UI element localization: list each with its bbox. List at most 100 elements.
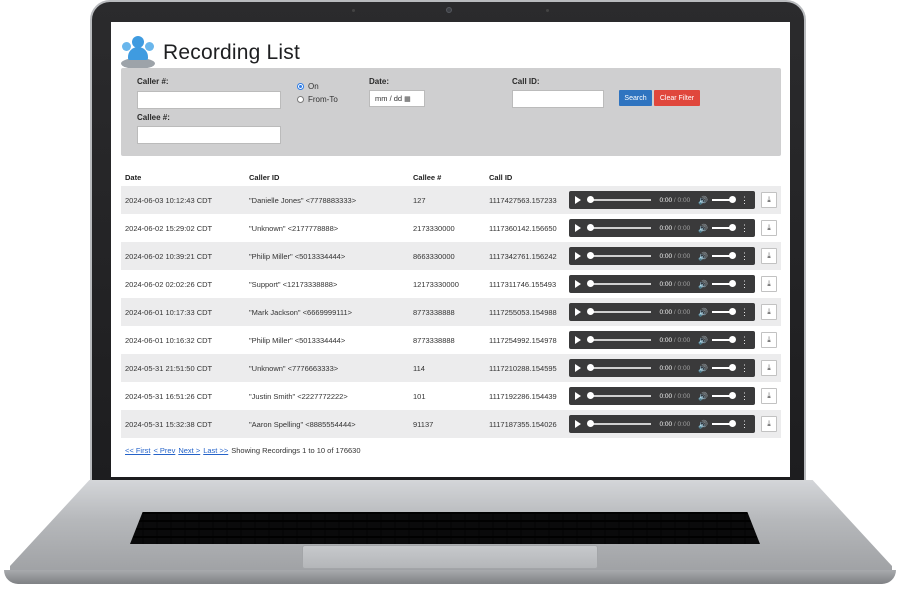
recordings-table: Date Caller ID Callee # Call ID 2024-06-… [121, 168, 781, 438]
more-options-icon[interactable]: ⋮ [740, 335, 749, 345]
seek-bar[interactable] [586, 224, 652, 231]
clear-filter-button[interactable]: Clear Filter [654, 90, 700, 106]
date-input[interactable]: mm / dd ▦ [369, 90, 425, 107]
audio-player[interactable]: 0:00 / 0:00 🔊 ⋮ [569, 191, 755, 209]
play-icon[interactable] [575, 336, 581, 344]
volume-icon[interactable]: 🔊 [698, 252, 708, 261]
play-icon[interactable] [575, 420, 581, 428]
cell-caller: "Support" <12173338888> [249, 279, 338, 289]
table-row: 2024-06-02 15:29:02 CDT "Unknown" <21777… [121, 214, 781, 242]
radio-from-to[interactable]: From-To [297, 95, 338, 104]
download-icon[interactable]: ⤓ [761, 332, 777, 348]
download-icon[interactable]: ⤓ [761, 276, 777, 292]
more-options-icon[interactable]: ⋮ [740, 419, 749, 429]
seek-bar[interactable] [586, 196, 652, 203]
more-options-icon[interactable]: ⋮ [740, 195, 749, 205]
download-icon[interactable]: ⤓ [761, 192, 777, 208]
more-options-icon[interactable]: ⋮ [740, 363, 749, 373]
seek-bar[interactable] [586, 392, 652, 399]
volume-slider[interactable] [712, 308, 736, 315]
more-options-icon[interactable]: ⋮ [740, 223, 749, 233]
pager-first-link[interactable]: << First [125, 446, 150, 455]
more-options-icon[interactable]: ⋮ [740, 251, 749, 261]
download-icon[interactable]: ⤓ [761, 220, 777, 236]
callee-input[interactable] [137, 126, 281, 144]
play-icon[interactable] [575, 280, 581, 288]
table-row: 2024-06-03 10:12:43 CDT "Danielle Jones"… [121, 186, 781, 214]
pager-next-link[interactable]: Next > [178, 446, 200, 455]
callid-label: Call ID: [512, 77, 540, 86]
download-icon[interactable]: ⤓ [761, 416, 777, 432]
play-icon[interactable] [575, 364, 581, 372]
volume-icon[interactable]: 🔊 [698, 224, 708, 233]
calendar-icon[interactable]: ▦ [404, 95, 411, 103]
volume-icon[interactable]: 🔊 [698, 308, 708, 317]
pager-prev-link[interactable]: < Prev [153, 446, 175, 455]
play-icon[interactable] [575, 196, 581, 204]
audio-player[interactable]: 0:00 / 0:00 🔊 ⋮ [569, 303, 755, 321]
seek-bar[interactable] [586, 420, 652, 427]
volume-slider[interactable] [712, 420, 736, 427]
page-header: Recording List [121, 36, 300, 70]
seek-bar[interactable] [586, 308, 652, 315]
download-icon[interactable]: ⤓ [761, 388, 777, 404]
download-icon[interactable]: ⤓ [761, 248, 777, 264]
radio-on-dot[interactable] [297, 83, 304, 90]
download-icon[interactable]: ⤓ [761, 304, 777, 320]
search-button[interactable]: Search [619, 90, 652, 106]
volume-slider[interactable] [712, 196, 736, 203]
audio-player[interactable]: 0:00 / 0:00 🔊 ⋮ [569, 387, 755, 405]
header-callee: Callee # [413, 172, 442, 182]
audio-player[interactable]: 0:00 / 0:00 🔊 ⋮ [569, 415, 755, 433]
audio-cell: 0:00 / 0:00 🔊 ⋮ [569, 247, 757, 265]
sensor-dot [352, 9, 355, 12]
volume-icon[interactable]: 🔊 [698, 336, 708, 345]
page-title: Recording List [163, 41, 301, 64]
play-icon[interactable] [575, 392, 581, 400]
play-icon[interactable] [575, 308, 581, 316]
cell-callid: 1117187355.154026 [489, 419, 557, 429]
audio-cell: 0:00 / 0:00 🔊 ⋮ [569, 415, 757, 433]
seek-bar[interactable] [586, 336, 652, 343]
cell-callee: 114 [413, 363, 425, 373]
cell-date: 2024-05-31 21:51:50 CDT [125, 363, 213, 373]
cell-date: 2024-06-03 10:12:43 CDT [125, 195, 213, 205]
volume-slider[interactable] [712, 364, 736, 371]
play-icon[interactable] [575, 252, 581, 260]
play-icon[interactable] [575, 224, 581, 232]
more-options-icon[interactable]: ⋮ [740, 279, 749, 289]
download-icon[interactable]: ⤓ [761, 360, 777, 376]
audio-player[interactable]: 0:00 / 0:00 🔊 ⋮ [569, 331, 755, 349]
volume-slider[interactable] [712, 336, 736, 343]
volume-icon[interactable]: 🔊 [698, 196, 708, 205]
seek-bar[interactable] [586, 280, 652, 287]
radio-from-to-dot[interactable] [297, 96, 304, 103]
header-caller: Caller ID [249, 172, 280, 182]
seek-bar[interactable] [586, 252, 652, 259]
volume-slider[interactable] [712, 392, 736, 399]
more-options-icon[interactable]: ⋮ [740, 307, 749, 317]
audio-cell: 0:00 / 0:00 🔊 ⋮ [569, 219, 757, 237]
more-options-icon[interactable]: ⋮ [740, 391, 749, 401]
cell-caller: "Unknown" <7776663333> [249, 363, 339, 373]
volume-slider[interactable] [712, 252, 736, 259]
volume-icon[interactable]: 🔊 [698, 420, 708, 429]
cell-caller: "Justin Smith" <2227772222> [249, 391, 348, 401]
audio-player[interactable]: 0:00 / 0:00 🔊 ⋮ [569, 275, 755, 293]
player-time: 0:00 / 0:00 [659, 308, 691, 316]
audio-player[interactable]: 0:00 / 0:00 🔊 ⋮ [569, 247, 755, 265]
pager-last-link[interactable]: Last >> [203, 446, 228, 455]
date-placeholder: mm / dd [375, 94, 403, 103]
volume-icon[interactable]: 🔊 [698, 280, 708, 289]
volume-icon[interactable]: 🔊 [698, 364, 708, 373]
volume-slider[interactable] [712, 280, 736, 287]
caller-input[interactable] [137, 91, 281, 109]
callid-input[interactable] [512, 90, 604, 108]
volume-slider[interactable] [712, 224, 736, 231]
audio-player[interactable]: 0:00 / 0:00 🔊 ⋮ [569, 359, 755, 377]
volume-icon[interactable]: 🔊 [698, 392, 708, 401]
audio-player[interactable]: 0:00 / 0:00 🔊 ⋮ [569, 219, 755, 237]
cell-caller: "Unknown" <2177778888> [249, 223, 339, 233]
radio-on[interactable]: On [297, 82, 319, 91]
seek-bar[interactable] [586, 364, 652, 371]
